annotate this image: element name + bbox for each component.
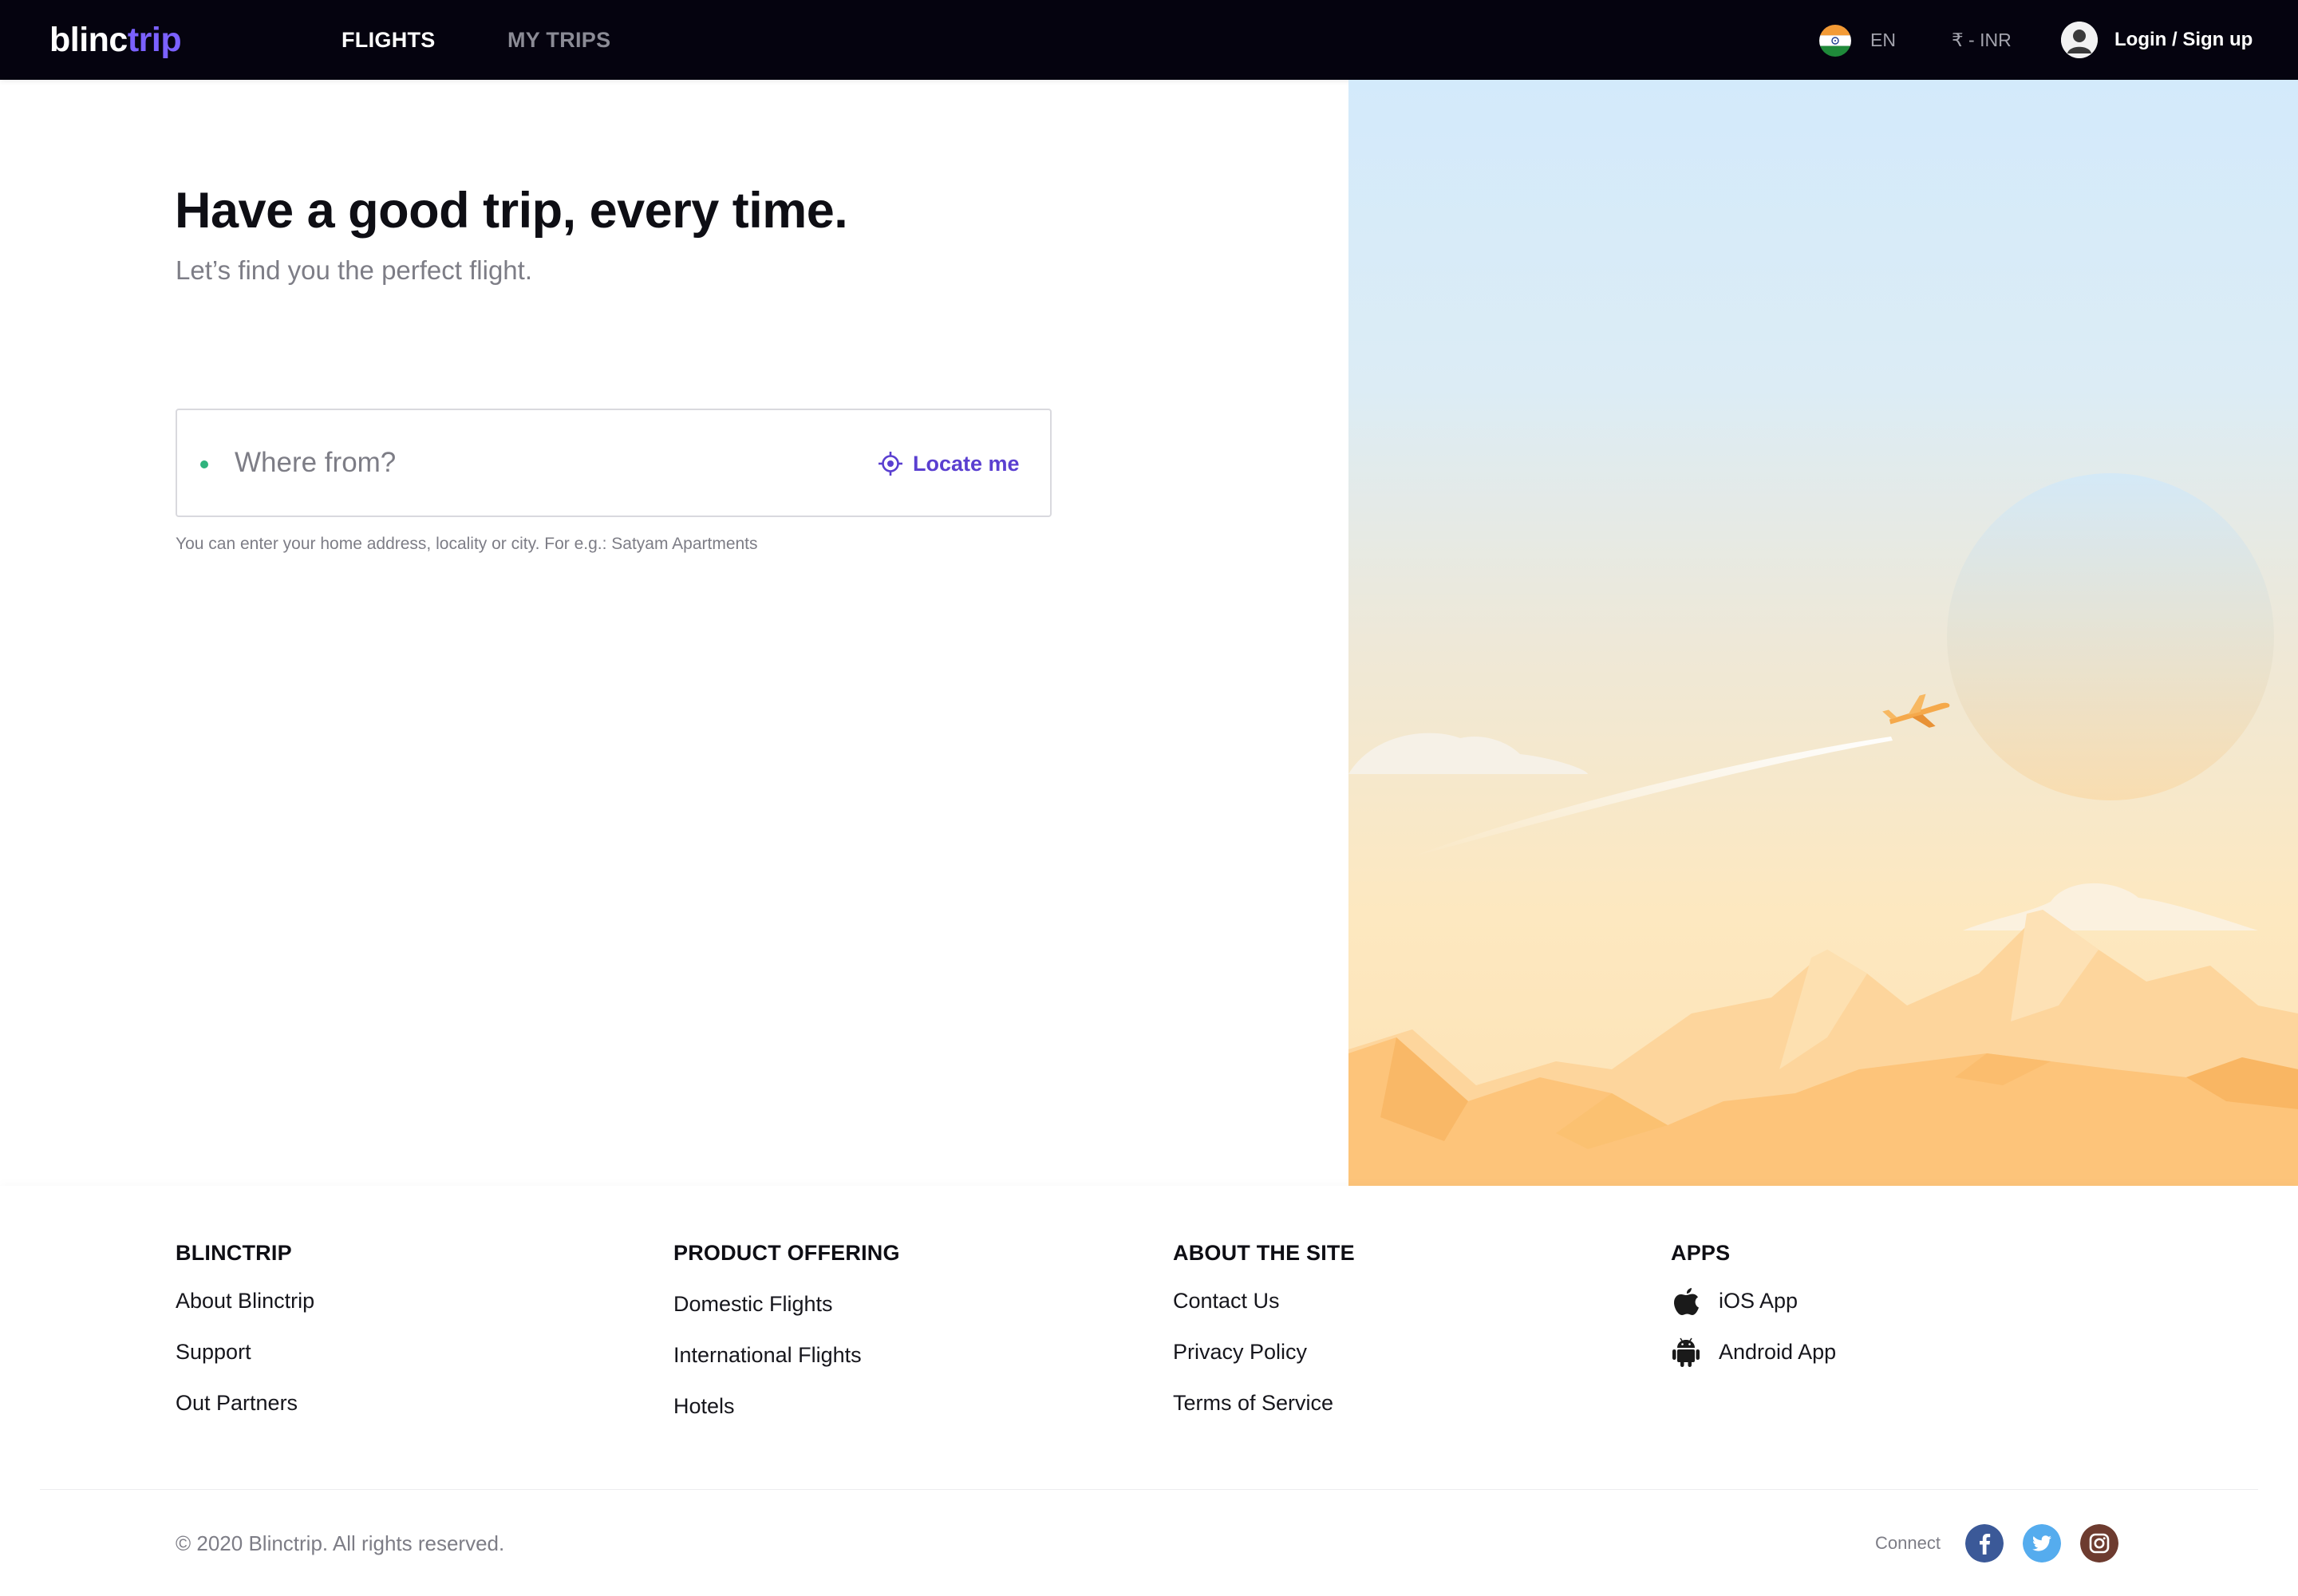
blinctrip-logo[interactable]: blinctrip <box>49 18 182 62</box>
locate-me-button[interactable]: Locate me <box>878 444 1020 484</box>
connect-label: Connect <box>1875 1533 1941 1553</box>
user-avatar-icon[interactable] <box>2061 22 2098 58</box>
facebook-icon[interactable] <box>1965 1524 2004 1562</box>
where-from-input[interactable] <box>235 442 793 484</box>
page-title: Have a good trip, every time. <box>175 183 848 239</box>
sun-shape <box>1947 473 2274 800</box>
footer-link-support[interactable]: Support <box>176 1336 314 1368</box>
logo-text-trip: trip <box>127 21 182 59</box>
apple-icon <box>1674 1288 1699 1315</box>
origin-dot-icon <box>200 460 208 468</box>
top-navbar: blinctrip FLIGHTS MY TRIPS EN ₹ - INR Lo… <box>0 0 2298 80</box>
footer-divider <box>40 1489 2258 1490</box>
android-icon <box>1672 1337 1700 1367</box>
footer-link-privacy-policy[interactable]: Privacy Policy <box>1173 1336 1355 1368</box>
android-app-link[interactable]: Android App <box>1671 1336 1836 1368</box>
travel-illustration <box>1348 80 2298 1189</box>
footer-link-terms-of-service[interactable]: Terms of Service <box>1173 1387 1355 1419</box>
footer-link-international-flights[interactable]: International Flights <box>673 1339 900 1371</box>
android-app-label: Android App <box>1719 1340 1837 1364</box>
login-signup-button[interactable]: Login / Sign up <box>2114 24 2253 56</box>
footer-link-contact-us[interactable]: Contact Us <box>1173 1285 1355 1317</box>
twitter-icon[interactable] <box>2023 1524 2061 1562</box>
crosshair-icon <box>879 452 902 476</box>
footer-link-domestic-flights[interactable]: Domestic Flights <box>673 1288 900 1320</box>
tab-my-trips[interactable]: MY TRIPS <box>507 24 610 56</box>
footer-link-out-partners[interactable]: Out Partners <box>176 1387 314 1419</box>
language-selector[interactable]: EN <box>1870 24 1896 56</box>
origin-search-box: Locate me <box>176 409 1052 517</box>
search-hint-text: You can enter your home address, localit… <box>176 535 758 553</box>
currency-selector[interactable]: ₹ - INR <box>1952 24 2012 56</box>
footer-heading-blinctrip: BLINCTRIP <box>176 1241 292 1265</box>
footer-heading-about-the-site: ABOUT THE SITE <box>1173 1241 1355 1265</box>
site-footer: BLINCTRIP About Blinctrip Support Out Pa… <box>0 1186 2298 1596</box>
tab-flights[interactable]: FLIGHTS <box>342 24 436 56</box>
footer-column-about-the-site: ABOUT THE SITE Contact Us Privacy Policy… <box>1173 1238 1355 1438</box>
footer-link-about-blinctrip[interactable]: About Blinctrip <box>176 1285 314 1317</box>
footer-link-hotels[interactable]: Hotels <box>673 1390 900 1422</box>
instagram-icon[interactable] <box>2080 1524 2118 1562</box>
footer-column-blinctrip: BLINCTRIP About Blinctrip Support Out Pa… <box>176 1238 314 1438</box>
footer-column-product-offering: PRODUCT OFFERING Domestic Flights Intern… <box>673 1238 900 1441</box>
page-subtitle: Let’s find you the perfect flight. <box>176 255 532 285</box>
india-flag-icon[interactable] <box>1819 25 1851 57</box>
copyright-text: © 2020 Blinctrip. All rights reserved. <box>176 1531 505 1555</box>
footer-heading-apps: APPS <box>1671 1241 1731 1265</box>
locate-me-label: Locate me <box>913 452 1020 476</box>
footer-column-apps: APPS iOS App Android App <box>1671 1238 1836 1387</box>
logo-text-blinc: blinc <box>49 21 128 59</box>
ios-app-label: iOS App <box>1719 1289 1799 1313</box>
footer-heading-product-offering: PRODUCT OFFERING <box>673 1241 900 1265</box>
ios-app-link[interactable]: iOS App <box>1671 1285 1836 1317</box>
